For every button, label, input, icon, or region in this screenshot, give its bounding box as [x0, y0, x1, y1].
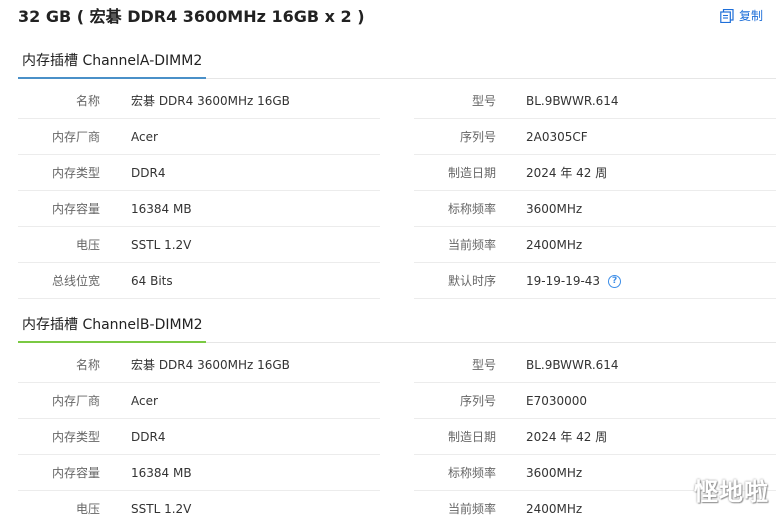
- field-label: 内存厂商: [51, 394, 100, 408]
- field-value: 3600MHz: [526, 201, 582, 217]
- field-value-text: 2024 年 42 周: [526, 166, 608, 180]
- info-row: 总线位宽 64 Bits 默认时序 19-19-19-43 ?: [18, 263, 776, 299]
- field-value-text: 2400MHz: [526, 238, 583, 252]
- field-value-text: 3600MHz: [526, 202, 583, 216]
- field-value: DDR4: [131, 430, 166, 444]
- field-label: 总线位宽: [51, 274, 100, 288]
- field-value: 16384 MB: [131, 202, 192, 216]
- field-label: 电压: [75, 502, 100, 516]
- field-value-text: E7030000: [526, 394, 588, 408]
- field-label: 当前频率: [447, 502, 496, 516]
- field-label: 内存容量: [51, 466, 100, 480]
- field-value-text: 19-19-19-43: [526, 274, 601, 288]
- field-label: 标称频率: [447, 466, 496, 480]
- field-value: 宏碁 DDR4 3600MHz 16GB: [131, 94, 290, 108]
- field-value-text: BL.9BWWR.614: [526, 94, 619, 108]
- help-icon[interactable]: ?: [608, 274, 622, 288]
- field-value: BL.9BWWR.614: [526, 357, 619, 373]
- section-header: 内存插槽 ChannelB-DIMM2: [18, 309, 776, 343]
- field-label: 电压: [75, 238, 100, 252]
- info-row: 电压 SSTL 1.2V 当前频率 2400MHz: [18, 227, 776, 263]
- section-underline: [18, 77, 206, 79]
- field-value-text: 2024 年 42 周: [526, 430, 608, 444]
- field-value: Acer: [131, 394, 158, 408]
- field-label: 型号: [471, 358, 496, 372]
- field-value: 2A0305CF: [526, 129, 588, 145]
- field-value: 宏碁 DDR4 3600MHz 16GB: [131, 358, 290, 372]
- info-row: 电压 SSTL 1.2V 当前频率 2400MHz: [18, 491, 776, 527]
- info-row: 内存类型 DDR4 制造日期 2024 年 42 周: [18, 419, 776, 455]
- field-label: 制造日期: [447, 430, 496, 444]
- field-value-text: BL.9BWWR.614: [526, 358, 619, 372]
- field-value-text: 3600MHz: [526, 466, 583, 480]
- field-value: 2024 年 42 周: [526, 165, 607, 181]
- copy-button[interactable]: 复制: [720, 8, 763, 24]
- info-row: 内存厂商 Acer 序列号 E7030000: [18, 383, 776, 419]
- field-label: 内存厂商: [51, 130, 100, 144]
- field-label: 名称: [75, 94, 100, 108]
- field-label: 型号: [471, 94, 496, 108]
- field-label: 序列号: [459, 130, 496, 144]
- page-title: 32 GB ( 宏碁 DDR4 3600MHz 16GB x 2 ): [18, 7, 365, 26]
- field-label: 当前频率: [447, 238, 496, 252]
- field-value: SSTL 1.2V: [131, 502, 192, 516]
- field-label: 名称: [75, 358, 100, 372]
- field-value: BL.9BWWR.614: [526, 93, 619, 109]
- copy-icon: [720, 9, 734, 23]
- section-title: 内存插槽 ChannelA-DIMM2: [22, 53, 203, 69]
- field-value: 19-19-19-43 ?: [526, 273, 622, 289]
- section-header: 内存插槽 ChannelA-DIMM2: [18, 45, 776, 79]
- field-label: 标称频率: [447, 202, 496, 216]
- section-underline: [18, 341, 206, 343]
- info-row: 内存厂商 Acer 序列号 2A0305CF: [18, 119, 776, 155]
- field-label: 制造日期: [447, 166, 496, 180]
- field-value: 2024 年 42 周: [526, 429, 607, 445]
- section-title: 内存插槽 ChannelB-DIMM2: [22, 317, 203, 333]
- field-value-text: 2400MHz: [526, 502, 583, 516]
- field-value: 64 Bits: [131, 274, 173, 288]
- field-label: 默认时序: [447, 274, 496, 288]
- field-label: 内存容量: [51, 202, 100, 216]
- memory-slot-section-b: 内存插槽 ChannelB-DIMM2 名称 宏碁 DDR4 3600MHz 1…: [18, 309, 776, 527]
- divider: [414, 298, 776, 299]
- info-row: 内存容量 16384 MB 标称频率 3600MHz: [18, 455, 776, 491]
- field-value: SSTL 1.2V: [131, 238, 192, 252]
- field-value: DDR4: [131, 166, 166, 180]
- field-value-text: 2A0305CF: [526, 130, 588, 144]
- field-label: 内存类型: [51, 430, 100, 444]
- field-value: 2400MHz: [526, 501, 582, 517]
- info-row: 名称 宏碁 DDR4 3600MHz 16GB 型号 BL.9BWWR.614: [18, 83, 776, 119]
- field-value: Acer: [131, 130, 158, 144]
- field-value: E7030000: [526, 393, 587, 409]
- field-label: 内存类型: [51, 166, 100, 180]
- info-row: 名称 宏碁 DDR4 3600MHz 16GB 型号 BL.9BWWR.614: [18, 347, 776, 383]
- copy-label: 复制: [739, 9, 764, 23]
- info-row: 内存容量 16384 MB 标称频率 3600MHz: [18, 191, 776, 227]
- field-value: 3600MHz: [526, 465, 582, 481]
- watermark: 悭地啦: [694, 478, 769, 506]
- field-value: 2400MHz: [526, 237, 582, 253]
- field-label: 序列号: [459, 394, 496, 408]
- memory-slot-section-a: 内存插槽 ChannelA-DIMM2 名称 宏碁 DDR4 3600MHz 1…: [18, 45, 776, 299]
- divider: [18, 298, 380, 299]
- field-value: 16384 MB: [131, 466, 192, 480]
- info-row: 内存类型 DDR4 制造日期 2024 年 42 周: [18, 155, 776, 191]
